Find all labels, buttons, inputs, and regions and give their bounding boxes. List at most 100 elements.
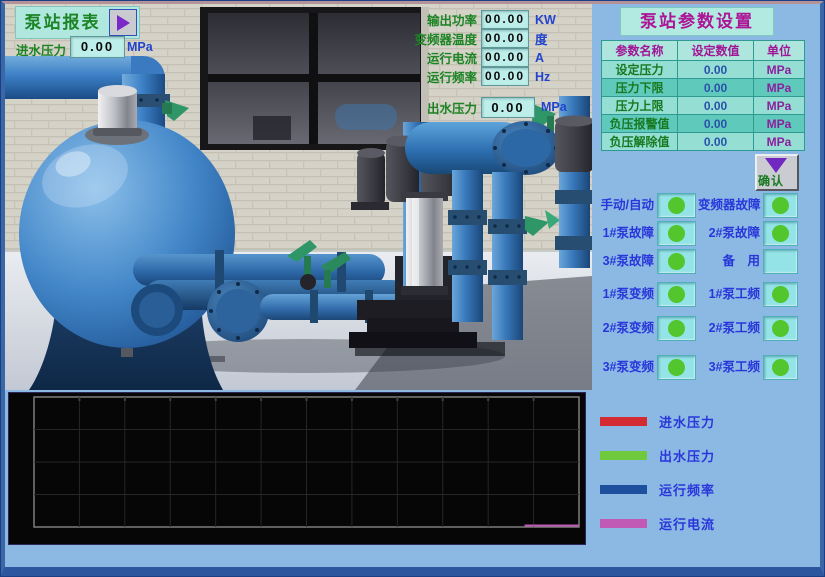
legend-item: 出水压力 xyxy=(600,447,715,463)
status-label: 2#泵变频 xyxy=(588,316,654,341)
run-frequency-value: 00.00 xyxy=(481,67,529,86)
metrics-block: 输出功率 00.00 KW 变频器温度 00.00 度 运行电流 00.00 A… xyxy=(405,10,567,118)
legend-swatch-inlet-pressure xyxy=(600,417,647,426)
table-row: 负压报警值 0.00 MPa xyxy=(602,115,805,133)
pump-column xyxy=(401,192,448,295)
legend-swatch-run-current xyxy=(600,519,647,528)
param-unit: MPa xyxy=(754,97,805,115)
output-power-label: 输出功率 xyxy=(405,10,477,29)
table-row: 负压解除值 0.00 MPa xyxy=(602,133,805,151)
param-unit: MPa xyxy=(754,61,805,79)
status-light xyxy=(763,249,798,274)
legend-label: 进水压力 xyxy=(659,412,715,431)
status-row: 1#泵变频 1#泵工频 xyxy=(588,282,820,307)
status-label: 2#泵故障 xyxy=(698,221,760,246)
report-button-label: 泵站报表 xyxy=(16,8,109,37)
status-label: 3#泵变频 xyxy=(588,355,654,380)
param-name: 设定压力 xyxy=(602,61,678,79)
confirm-button-label: 确认 xyxy=(758,172,784,189)
status-label: 1#泵故障 xyxy=(588,221,654,246)
status-label: 3#泵故障 xyxy=(588,249,654,274)
table-row: 设定压力 0.00 MPa xyxy=(602,61,805,79)
inverter-temp-unit: 度 xyxy=(535,29,548,48)
status-label: 3#泵工频 xyxy=(698,355,760,380)
outlet-pressure-value: 0.00 xyxy=(481,97,535,118)
settings-panel-title: 泵站参数设置 xyxy=(620,7,774,36)
status-row: 3#泵故障 备 用 xyxy=(588,249,820,274)
legend-label: 运行电流 xyxy=(659,514,715,533)
report-button[interactable]: 泵站报表 xyxy=(15,6,140,39)
run-current-value: 00.00 xyxy=(481,48,529,67)
inverter-temp-label: 变频器温度 xyxy=(405,29,477,48)
status-light xyxy=(657,221,696,246)
status-light xyxy=(657,193,696,218)
param-value-field[interactable]: 0.00 xyxy=(678,115,754,133)
legend-item: 运行频率 xyxy=(600,481,715,497)
status-label: 1#泵工频 xyxy=(698,282,760,307)
status-label: 2#泵工频 xyxy=(698,316,760,341)
status-label: 手动/自动 xyxy=(588,193,654,218)
status-label: 1#泵变频 xyxy=(588,282,654,307)
param-unit: MPa xyxy=(754,79,805,97)
status-light xyxy=(763,316,798,341)
legend-item: 运行电流 xyxy=(600,515,715,531)
status-row: 1#泵故障 2#泵故障 xyxy=(588,221,820,246)
outlet-pressure-unit: MPa xyxy=(541,100,567,114)
legend-swatch-run-frequency xyxy=(600,485,647,494)
play-icon xyxy=(117,15,130,31)
param-name: 压力上限 xyxy=(602,97,678,115)
inlet-pressure-value: 0.00 xyxy=(70,36,125,58)
down-triangle-icon xyxy=(765,158,787,173)
right-pump xyxy=(555,96,592,268)
table-row: 压力下限 0.00 MPa xyxy=(602,79,805,97)
status-row: 2#泵变频 2#泵工频 xyxy=(588,316,820,341)
confirm-button[interactable]: 确认 xyxy=(755,154,799,191)
inlet-pressure-label: 进水压力 xyxy=(16,40,66,59)
output-power-value: 00.00 xyxy=(481,10,529,29)
status-label: 变频器故障 xyxy=(698,193,760,218)
status-light xyxy=(657,316,696,341)
table-row: 压力上限 0.00 MPa xyxy=(602,97,805,115)
col-param-name: 参数名称 xyxy=(602,41,678,61)
legend-item: 进水压力 xyxy=(600,413,715,429)
status-row: 3#泵变频 3#泵工频 xyxy=(588,355,820,380)
legend-label: 出水压力 xyxy=(659,446,715,465)
run-frequency-unit: Hz xyxy=(535,70,550,84)
param-name: 压力下限 xyxy=(602,79,678,97)
status-light xyxy=(657,355,696,380)
status-light xyxy=(763,282,798,307)
trend-chart xyxy=(8,392,586,545)
col-set-value: 设定数值 xyxy=(678,41,754,61)
col-unit: 单位 xyxy=(754,41,805,61)
table-header-row: 参数名称 设定数值 单位 xyxy=(602,41,805,61)
inverter-temp-value: 00.00 xyxy=(481,29,529,48)
status-light xyxy=(657,282,696,307)
status-light xyxy=(763,355,798,380)
param-value-field[interactable]: 0.00 xyxy=(678,61,754,79)
legend-swatch-outlet-pressure xyxy=(600,451,647,460)
status-row: 手动/自动 变频器故障 xyxy=(588,193,820,218)
run-current-unit: A xyxy=(535,51,544,65)
output-power-unit: KW xyxy=(535,13,556,27)
report-play-button[interactable] xyxy=(109,9,137,36)
trend-chart-grid xyxy=(9,393,585,544)
status-label: 备 用 xyxy=(698,249,760,274)
param-unit: MPa xyxy=(754,115,805,133)
legend-label: 运行频率 xyxy=(659,480,715,499)
param-unit: MPa xyxy=(754,133,805,151)
param-name: 负压报警值 xyxy=(602,115,678,133)
pump-station-hmi: 泵站报表 进水压力 0.00 MPa 输出功率 00.00 KW 变频器温度 0… xyxy=(0,0,825,577)
inlet-pressure-unit: MPa xyxy=(127,40,153,54)
run-frequency-label: 运行频率 xyxy=(405,67,477,86)
outlet-pressure-label: 出水压力 xyxy=(405,98,477,117)
param-value-field[interactable]: 0.00 xyxy=(678,79,754,97)
run-current-label: 运行电流 xyxy=(405,48,477,67)
status-light xyxy=(657,249,696,274)
parameter-table: 参数名称 设定数值 单位 设定压力 0.00 MPa 压力下限 0.00 MPa… xyxy=(601,40,805,151)
param-value-field[interactable]: 0.00 xyxy=(678,133,754,151)
window xyxy=(200,7,429,150)
status-light xyxy=(763,221,798,246)
param-value-field[interactable]: 0.00 xyxy=(678,97,754,115)
status-light xyxy=(763,193,798,218)
param-name: 负压解除值 xyxy=(602,133,678,151)
